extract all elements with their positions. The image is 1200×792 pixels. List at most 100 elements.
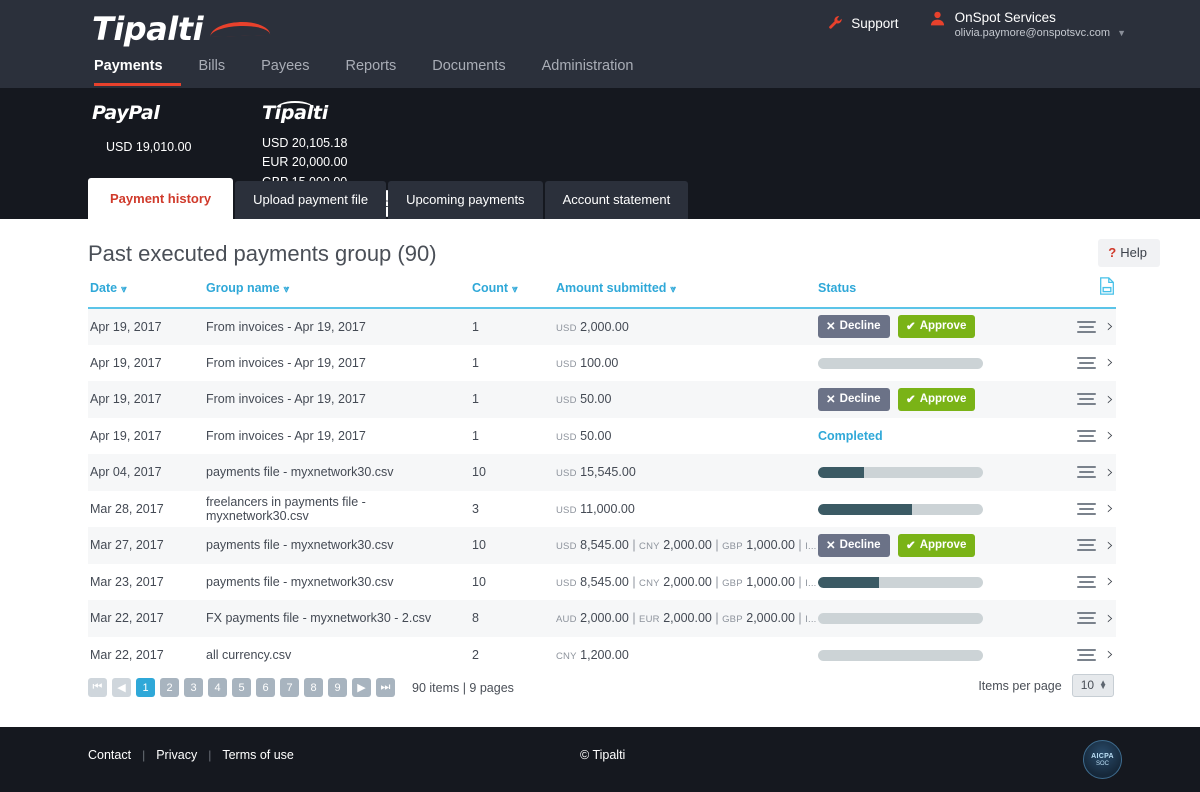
row-menu-icon[interactable] — [1077, 354, 1097, 372]
cell-group-name: From invoices - Apr 19, 2017 — [206, 355, 366, 370]
tab-upcoming-payments[interactable]: Upcoming payments — [388, 181, 543, 219]
primary-nav: Payments Bills Payees Reports Documents … — [94, 58, 651, 86]
row-expand-chevron-icon[interactable]: › — [1106, 608, 1114, 628]
status-progress-bar — [818, 503, 983, 515]
decline-x-icon: ✕ — [826, 539, 836, 552]
payments-table-header: Date ⩔ Group name ⩔ Count ⩔ Amount submitte… — [88, 277, 1116, 309]
row-expand-chevron-icon[interactable]: › — [1106, 426, 1114, 445]
approve-button[interactable]: ✔ Approve — [898, 387, 976, 411]
row-menu-icon[interactable] — [1077, 573, 1097, 591]
help-button[interactable]: ? Help — [1098, 239, 1160, 267]
pagination-page-5[interactable]: 5 — [232, 678, 251, 697]
nav-item-payments[interactable]: Payments — [94, 58, 181, 86]
sort-icon-amount[interactable]: ⩔ — [670, 284, 676, 295]
pagination-first-button[interactable]: ⏮ — [88, 678, 107, 697]
support-button[interactable]: Support — [828, 10, 899, 31]
tab-payment-history[interactable]: Payment history — [88, 178, 234, 219]
table-row[interactable]: Mar 28, 2017 freelancers in payments fil… — [88, 491, 1116, 528]
pagination-next-button[interactable]: ▶ — [352, 678, 371, 697]
column-header-date[interactable]: Date ⩔ — [88, 277, 206, 309]
items-per-page-select[interactable]: 10 ▲ ▼ — [1071, 674, 1114, 697]
nav-item-payees[interactable]: Payees — [243, 58, 327, 86]
table-row[interactable]: Apr 19, 2017 From invoices - Apr 19, 201… — [88, 381, 1116, 418]
table-row[interactable]: Apr 19, 2017 From invoices - Apr 19, 201… — [88, 308, 1116, 345]
pagination-page-6[interactable]: 6 — [256, 678, 275, 697]
account-email: olivia.paymore@onspotsvc.com — [954, 26, 1111, 39]
tab-account-statement[interactable]: Account statement — [544, 181, 689, 219]
pagination-prev-button[interactable]: ◀ — [112, 678, 131, 697]
pagination-page-7[interactable]: 7 — [280, 678, 299, 697]
currency-code: CNY — [639, 577, 660, 589]
row-expand-chevron-icon[interactable]: › — [1106, 535, 1114, 555]
pagination-page-4[interactable]: 4 — [208, 678, 227, 697]
cell-amount: CNY 1,200.00 — [556, 637, 818, 674]
row-expand-chevron-icon[interactable]: › — [1106, 389, 1114, 409]
footer-link-terms-of-use[interactable]: Terms of use — [222, 748, 294, 762]
question-mark-icon: ? — [1108, 245, 1117, 260]
sort-icon-date[interactable]: ⩔ — [121, 284, 127, 295]
nav-item-documents[interactable]: Documents — [414, 58, 523, 86]
pagination-page-8[interactable]: 8 — [304, 678, 323, 697]
column-header-group-name[interactable]: Group name ⩔ — [206, 277, 472, 309]
nav-item-reports[interactable]: Reports — [327, 58, 414, 86]
row-expand-chevron-icon[interactable]: › — [1106, 462, 1114, 482]
row-menu-icon[interactable] — [1077, 609, 1097, 627]
stepper-arrows-icon[interactable]: ▲ ▼ — [1099, 679, 1107, 691]
nav-item-bills[interactable]: Bills — [181, 58, 244, 86]
table-row[interactable]: Mar 22, 2017 all currency.csv 2 CNY 1,20… — [88, 637, 1116, 674]
account-menu[interactable]: OnSpot Services olivia.paymore@onspotsvc… — [929, 10, 1126, 41]
amount-truncation: I... — [805, 541, 817, 553]
cell-amount: AUD 2,000.00 | EUR 2,000.00 | GBP 2,000.… — [556, 600, 818, 637]
tipalti-logo[interactable]: Tipalti — [92, 10, 271, 48]
row-menu-icon[interactable] — [1077, 463, 1097, 481]
pagination-last-button[interactable]: ⏭ — [376, 678, 395, 697]
row-menu-icon[interactable] — [1077, 536, 1097, 554]
decline-button[interactable]: ✕ Decline — [818, 315, 890, 339]
status-badge[interactable]: Completed — [818, 429, 883, 443]
row-menu-icon[interactable] — [1077, 646, 1097, 664]
sort-icon-count[interactable]: ⩔ — [512, 284, 518, 295]
amount-value: 1,200.00 — [580, 647, 629, 662]
column-header-count[interactable]: Count ⩔ — [472, 277, 556, 309]
pagination-page-9[interactable]: 9 — [328, 678, 347, 697]
amount-value: 2,000.00 — [580, 611, 629, 626]
row-menu-icon[interactable] — [1077, 390, 1097, 408]
decline-label: Decline — [839, 320, 881, 333]
table-row[interactable]: Mar 27, 2017 payments file - myxnetwork3… — [88, 527, 1116, 564]
table-row[interactable]: Apr 19, 2017 From invoices - Apr 19, 201… — [88, 418, 1116, 455]
pagination-page-1[interactable]: 1 — [136, 678, 155, 697]
tab-upload-payment-file[interactable]: Upload payment file — [235, 181, 387, 219]
export-document-icon[interactable] — [1098, 277, 1116, 298]
row-expand-chevron-icon[interactable]: › — [1106, 572, 1114, 591]
currency-code: USD — [556, 395, 577, 407]
footer-link-privacy[interactable]: Privacy — [156, 748, 197, 762]
sort-icon-group-name[interactable]: ⩔ — [284, 284, 290, 295]
decline-button[interactable]: ✕ Decline — [818, 533, 890, 557]
table-row[interactable]: Mar 22, 2017 FX payments file - myxnetwo… — [88, 600, 1116, 637]
approve-label: Approve — [919, 538, 967, 551]
row-expand-chevron-icon[interactable]: › — [1106, 317, 1114, 336]
row-menu-icon[interactable] — [1077, 318, 1097, 336]
aicpa-soc-badge-icon[interactable]: AICPA SOC — [1083, 740, 1122, 779]
row-menu-icon[interactable] — [1077, 500, 1097, 518]
table-row[interactable]: Apr 04, 2017 payments file - myxnetwork3… — [88, 454, 1116, 491]
row-expand-chevron-icon[interactable]: › — [1106, 499, 1114, 518]
table-row[interactable]: Mar 23, 2017 payments file - myxnetwork3… — [88, 564, 1116, 601]
row-expand-chevron-icon[interactable]: › — [1106, 353, 1114, 372]
currency-code: USD — [556, 468, 577, 480]
decline-button[interactable]: ✕ Decline — [818, 387, 890, 411]
approve-button[interactable]: ✔ Approve — [898, 315, 976, 339]
row-menu-icon[interactable] — [1077, 427, 1097, 445]
approve-button[interactable]: ✔ Approve — [898, 533, 976, 557]
wrench-icon — [829, 16, 842, 29]
column-header-amount-submitted[interactable]: Amount submitted ⩔ — [556, 277, 818, 309]
pagination-page-3[interactable]: 3 — [184, 678, 203, 697]
cell-date: Apr 19, 2017 — [88, 308, 206, 345]
footer-link-contact[interactable]: Contact — [88, 748, 131, 762]
cell-date: Mar 22, 2017 — [90, 647, 164, 662]
pagination-page-2[interactable]: 2 — [160, 678, 179, 697]
cell-date: Apr 19, 2017 — [90, 355, 162, 370]
table-row[interactable]: Apr 19, 2017 From invoices - Apr 19, 201… — [88, 345, 1116, 382]
row-expand-chevron-icon[interactable]: › — [1106, 645, 1114, 664]
nav-item-administration[interactable]: Administration — [524, 58, 652, 86]
